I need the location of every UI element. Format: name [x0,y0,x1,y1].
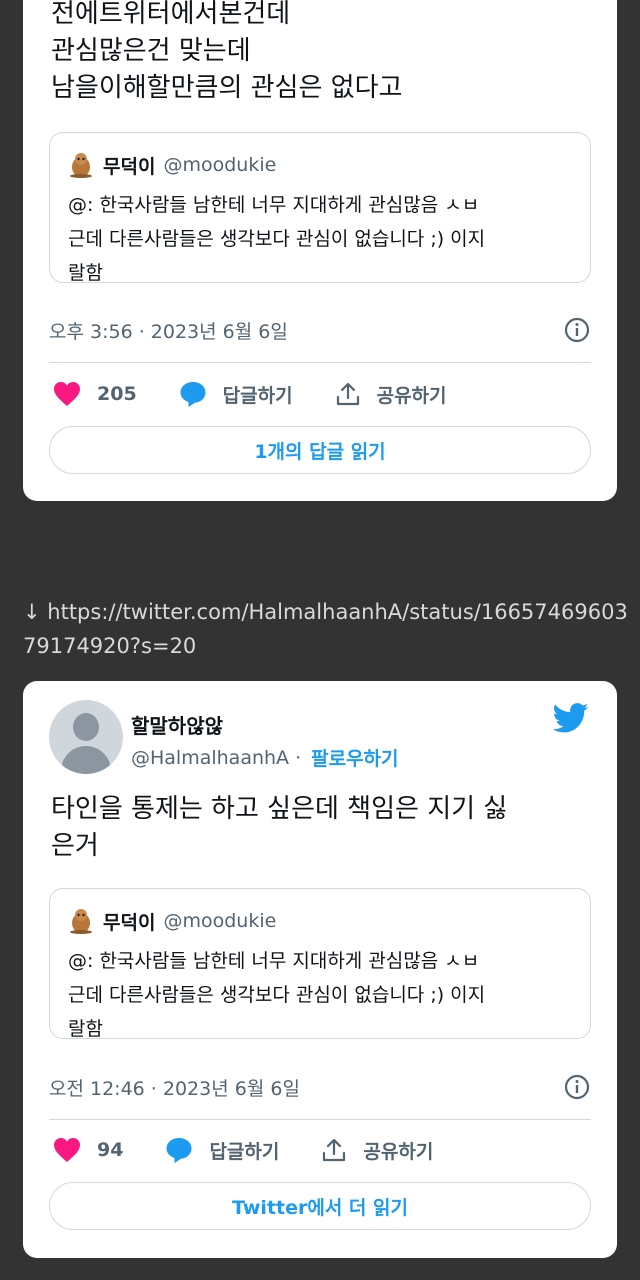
default-avatar[interactable] [49,700,123,774]
author-name[interactable]: 할말하않않 [131,710,399,740]
quote-author-handle: @moodukie [163,910,277,932]
tweet-actions: 94 답글하기 공유하기 [53,1132,475,1168]
reply-button[interactable]: 답글하기 [165,1136,279,1164]
reply-label: 답글하기 [209,1140,280,1163]
reply-label: 답글하기 [222,384,293,407]
read-more-button[interactable]: Twitter에서 더 읽기 [49,1182,591,1230]
author-profile: 할말하않않 @HalmalhaanhA · 팔로우하기 [49,700,399,774]
tweet-actions: 205 답글하기 공유하기 [53,376,489,412]
separator: · [295,746,302,769]
info-icon[interactable] [563,316,591,344]
like-count: 94 [97,1139,124,1161]
quote-author-handle: @moodukie [163,154,277,176]
timestamp[interactable]: 오후 3:56 · 2023년 6월 6일 [49,317,288,344]
like-button[interactable]: 205 [53,381,137,407]
share-icon [336,382,359,406]
tweet-card-1: 전에트위터에서본건데 관심많은건 맞는데 남을이해할만큼의 관심은 없다고 무덕… [23,0,617,501]
share-button[interactable]: 공유하기 [321,1137,433,1164]
reply-button[interactable]: 답글하기 [179,380,293,408]
author-handle[interactable]: @HalmalhaanhA [131,747,289,769]
quote-text: @: 한국사람들 남한테 너무 지대하게 관심많음 ㅅㅂ 근데 다른사람들은 생… [68,194,486,284]
heart-icon [54,382,80,406]
quote-author-name: 무덕이 [103,911,156,934]
timestamp[interactable]: 오전 12:46 · 2023년 6월 6일 [49,1074,300,1101]
quoted-tweet[interactable]: 무덕이 @moodukie @: 한국사람들 남한테 너무 지대하게 관심많음 … [49,132,591,284]
twitter-bird-icon[interactable] [553,703,589,733]
quote-avatar-icon [70,909,92,934]
heart-icon [54,1138,80,1162]
like-count: 205 [97,383,137,405]
quote-avatar-icon [70,153,92,178]
share-icon [323,1138,346,1162]
tweet-link[interactable]: ↓ https://twitter.com/HalmalhaanhA/statu… [23,595,633,663]
tweet-meta: 오전 12:46 · 2023년 6월 6일 [49,1070,591,1104]
quote-author-name: 무덕이 [103,155,156,178]
tweet-card-2: 할말하않않 @HalmalhaanhA · 팔로우하기 타인을 통제는 하고 싶… [23,681,617,1258]
share-label: 공유하기 [363,1140,434,1163]
reply-bubble-icon [180,382,206,407]
quote-text: @: 한국사람들 남한테 너무 지대하게 관심많음 ㅅㅂ 근데 다른사람들은 생… [68,950,486,1040]
reply-bubble-icon [166,1138,192,1163]
like-button[interactable]: 94 [53,1137,123,1163]
tweet-text: 타인을 통제는 하고 싶은데 책임은 지기 싫 은거 [51,794,508,861]
quoted-tweet[interactable]: 무덕이 @moodukie @: 한국사람들 남한테 너무 지대하게 관심많음 … [49,888,591,1040]
follow-button[interactable]: 팔로우하기 [311,744,398,771]
divider [49,1119,591,1120]
tweet-meta: 오후 3:56 · 2023년 6월 6일 [49,313,591,347]
tweet-text: 전에트위터에서본건데 관심많은건 맞는데 남을이해할만큼의 관심은 없다고 [51,0,403,103]
read-replies-button[interactable]: 1개의 답글 읽기 [49,426,591,474]
share-button[interactable]: 공유하기 [335,381,447,408]
share-label: 공유하기 [376,384,447,407]
divider [49,362,591,363]
info-icon[interactable] [563,1073,591,1101]
